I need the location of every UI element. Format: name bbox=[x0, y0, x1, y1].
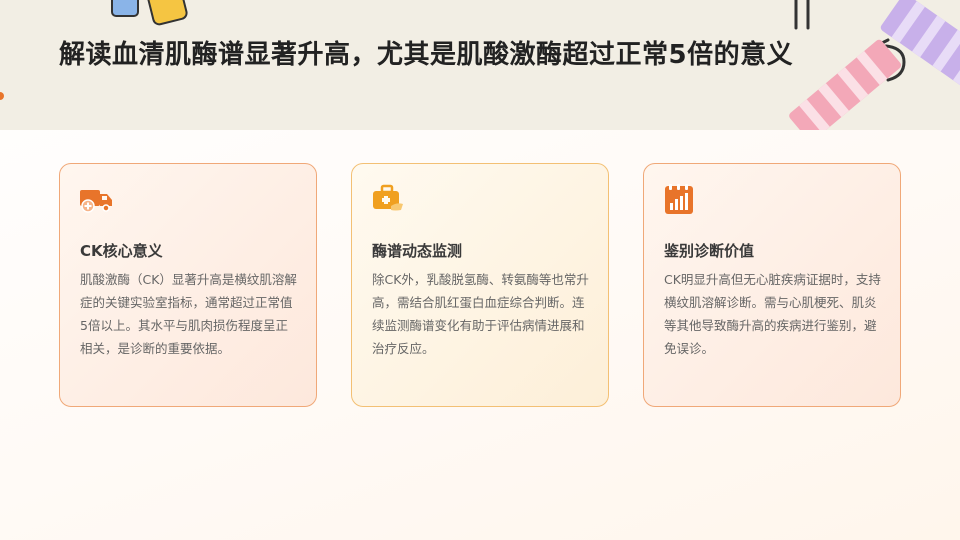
page-title: 解读血清肌酶谱显著升高，尤其是肌酸激酶超过正常5倍的意义 bbox=[59, 40, 794, 70]
decor-top-left-icon bbox=[111, 0, 188, 26]
decor-pink-bar bbox=[789, 39, 901, 130]
card-enzyme-monitoring: 酶谱动态监测 除CK外，乳酸脱氢酶、转氨酶等也常升高，需结合肌红蛋白血症综合判断… bbox=[351, 163, 609, 407]
card-differential-diagnosis: 鉴别诊断价值 CK明显升高但无心脏疾病证据时，支持横纹肌溶解诊断。需与心肌梗死、… bbox=[643, 163, 901, 407]
card-body: 肌酸激酶（CK）显著升高是横纹肌溶解症的关键实验室指标，通常超过正常值5倍以上。… bbox=[80, 272, 297, 356]
card-ck-significance: CK核心意义 肌酸激酶（CK）显著升高是横纹肌溶解症的关键实验室指标，通常超过正… bbox=[59, 163, 317, 407]
decor-lavender-bar bbox=[880, 0, 960, 102]
card-title: 酶谱动态监测 bbox=[372, 242, 463, 260]
ambulance-icon bbox=[80, 190, 112, 213]
card-body: CK明显升高但无心脏疾病证据时，支持横纹肌溶解诊断。需与心肌梗死、肌炎等其他导致… bbox=[664, 272, 881, 356]
card-title: CK核心意义 bbox=[80, 242, 163, 260]
calendar-chart-icon bbox=[665, 184, 693, 214]
decor-dot bbox=[0, 92, 4, 100]
medical-kit-icon bbox=[373, 184, 403, 211]
card-title: 鉴别诊断价值 bbox=[664, 242, 755, 260]
card-body: 除CK外，乳酸脱氢酶、转氨酶等也常升高，需结合肌红蛋白血症综合判断。连续监测酶谱… bbox=[372, 272, 589, 356]
header-banner: 解读血清肌酶谱显著升高，尤其是肌酸激酶超过正常5倍的意义 bbox=[0, 0, 960, 130]
